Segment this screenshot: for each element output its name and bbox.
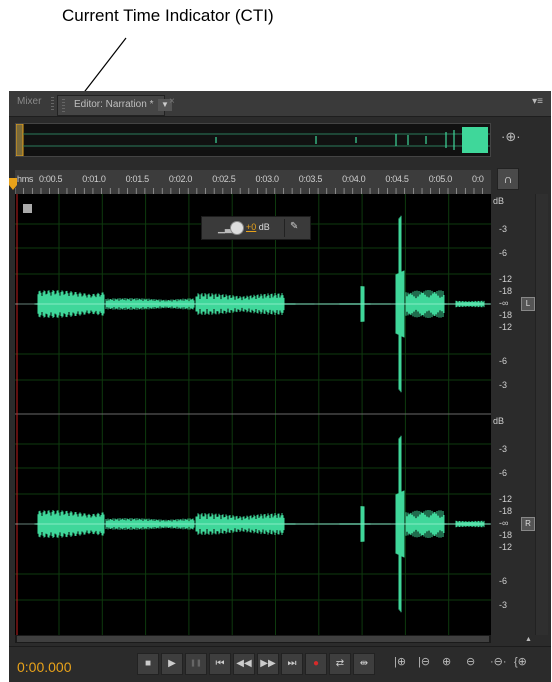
db-tick-label: -3 [499, 444, 508, 454]
db-tick-label: -18 [499, 310, 513, 320]
vertical-scrollbar[interactable] [535, 194, 548, 635]
volume-knob[interactable] [230, 221, 244, 235]
db-tick-label: -6 [499, 248, 508, 258]
db-tick-label: -18 [499, 530, 513, 540]
horizontal-scrollbar[interactable] [15, 635, 491, 643]
tab-mixer[interactable]: Mixer [17, 96, 41, 107]
time-tick-label: 0:02.0 [168, 174, 193, 184]
time-tick-label: 0:04.5 [385, 174, 409, 184]
time-tick-label: 0:03.5 [298, 174, 323, 184]
zoom-out-time-icon[interactable]: ⊖ [466, 655, 475, 668]
panel-tab-bar: Mixer Editor: Narration * ▼ × ▾≡ [9, 91, 551, 117]
cti-callout-label: Current Time Indicator (CTI) [62, 6, 274, 25]
db-tick-label: -18 [499, 506, 513, 516]
skip-selection-button[interactable]: ⇹ [353, 653, 375, 675]
panel-menu-icon[interactable]: ▾≡ [532, 96, 543, 107]
tab-grip-icon[interactable] [62, 99, 65, 112]
cti-handle-icon[interactable] [9, 178, 17, 190]
right-channel-toggle[interactable]: R [521, 517, 535, 531]
time-ruler[interactable]: hms 0:00.5 0:01.0 0:01.5 0:02.0 0:02.5 0:03.0 0… [15, 170, 491, 194]
current-time-display[interactable]: 0:00.000 [17, 659, 72, 675]
rewind-button[interactable]: ◀◀ [233, 653, 255, 675]
db-tick-label: -3 [499, 224, 508, 234]
db-tick-label: -6 [499, 576, 508, 586]
db-tick-label: -12 [499, 494, 513, 504]
stop-button[interactable]: ■ [137, 653, 159, 675]
tab-editor-label: Editor: Narration * [74, 99, 154, 110]
loop-button[interactable]: ⇄ [329, 653, 351, 675]
go-to-start-button[interactable]: ⏮ [209, 653, 231, 675]
db-tick-label: -6 [499, 468, 508, 478]
time-tick-label: 0:00.5 [39, 174, 63, 184]
clip-indicator-icon[interactable] [23, 204, 32, 213]
zoom-out-amplitude-icon[interactable]: |⊖ [418, 655, 430, 668]
db-tick-label: -∞ [499, 518, 509, 528]
editor-panel: Mixer Editor: Narration * ▼ × ▾≡ ·⊕· hms… [9, 91, 551, 682]
zoom-out-full-icon[interactable]: ·⊖· [490, 655, 507, 668]
zoom-in-time-icon[interactable]: ⊕ [442, 655, 451, 668]
pin-icon[interactable]: ✎ [290, 221, 298, 232]
db-tick-label: -3 [499, 380, 508, 390]
left-channel-toggle[interactable]: L [521, 297, 535, 311]
db-unit-label: dB [493, 196, 505, 206]
zoom-in-amplitude-icon[interactable]: |⊕ [394, 655, 406, 668]
time-tick-label: 0:02.5 [212, 174, 236, 184]
transport-bar: 0:00.000 ■ ▶ ❚❚ ⏮ ◀◀ ▶▶ ⏭ ● ⇄ ⇹ |⊕ |⊖ ⊕ ⊖ ·⊖· {⊕ [9, 646, 551, 682]
time-tick-label: 0:04.0 [342, 174, 366, 184]
tab-grip-icon[interactable] [51, 97, 54, 110]
db-tick-label: -12 [499, 322, 513, 332]
time-tick-label: hms [17, 174, 34, 184]
time-tick-label: 0:01.5 [125, 174, 150, 184]
time-tick-label: 0:03.0 [255, 174, 280, 184]
zoom-in-selection-icon[interactable]: {⊕ [514, 655, 527, 668]
waveform-graphic [15, 194, 491, 635]
pause-button[interactable]: ❚❚ [185, 653, 207, 675]
close-tab-icon[interactable]: × [169, 96, 175, 107]
zoom-navigator-icon[interactable]: ·⊕· [501, 129, 521, 145]
record-button[interactable]: ● [305, 653, 327, 675]
db-tick-label: -12 [499, 542, 513, 552]
go-to-end-button[interactable]: ⏭ [281, 653, 303, 675]
db-tick-label: -3 [499, 600, 508, 610]
play-button[interactable]: ▶ [161, 653, 183, 675]
overview-waveform-graphic [15, 123, 490, 157]
time-tick-label: 0:01.0 [82, 174, 106, 184]
heads-up-volume-display[interactable]: ▁▃▅ +0 dB ✎ [201, 216, 311, 240]
scroll-up-icon[interactable]: ▲ [525, 636, 532, 643]
db-tick-label: -12 [499, 274, 513, 284]
tab-editor[interactable]: Editor: Narration * ▼ [57, 95, 172, 116]
db-tick-label: -18 [499, 286, 513, 296]
db-unit-label: dB [493, 416, 505, 426]
overview-waveform[interactable] [15, 123, 491, 157]
headphones-icon[interactable]: ∩ [497, 168, 519, 190]
db-tick-label: -6 [499, 356, 508, 366]
time-tick-label: 0:0 [472, 174, 484, 184]
fast-forward-button[interactable]: ▶▶ [257, 653, 279, 675]
db-tick-label: -∞ [499, 298, 509, 308]
volume-value[interactable]: +0 dB [246, 222, 270, 232]
waveform-display[interactable] [15, 194, 491, 635]
time-tick-label: 0:05.0 [428, 174, 453, 184]
